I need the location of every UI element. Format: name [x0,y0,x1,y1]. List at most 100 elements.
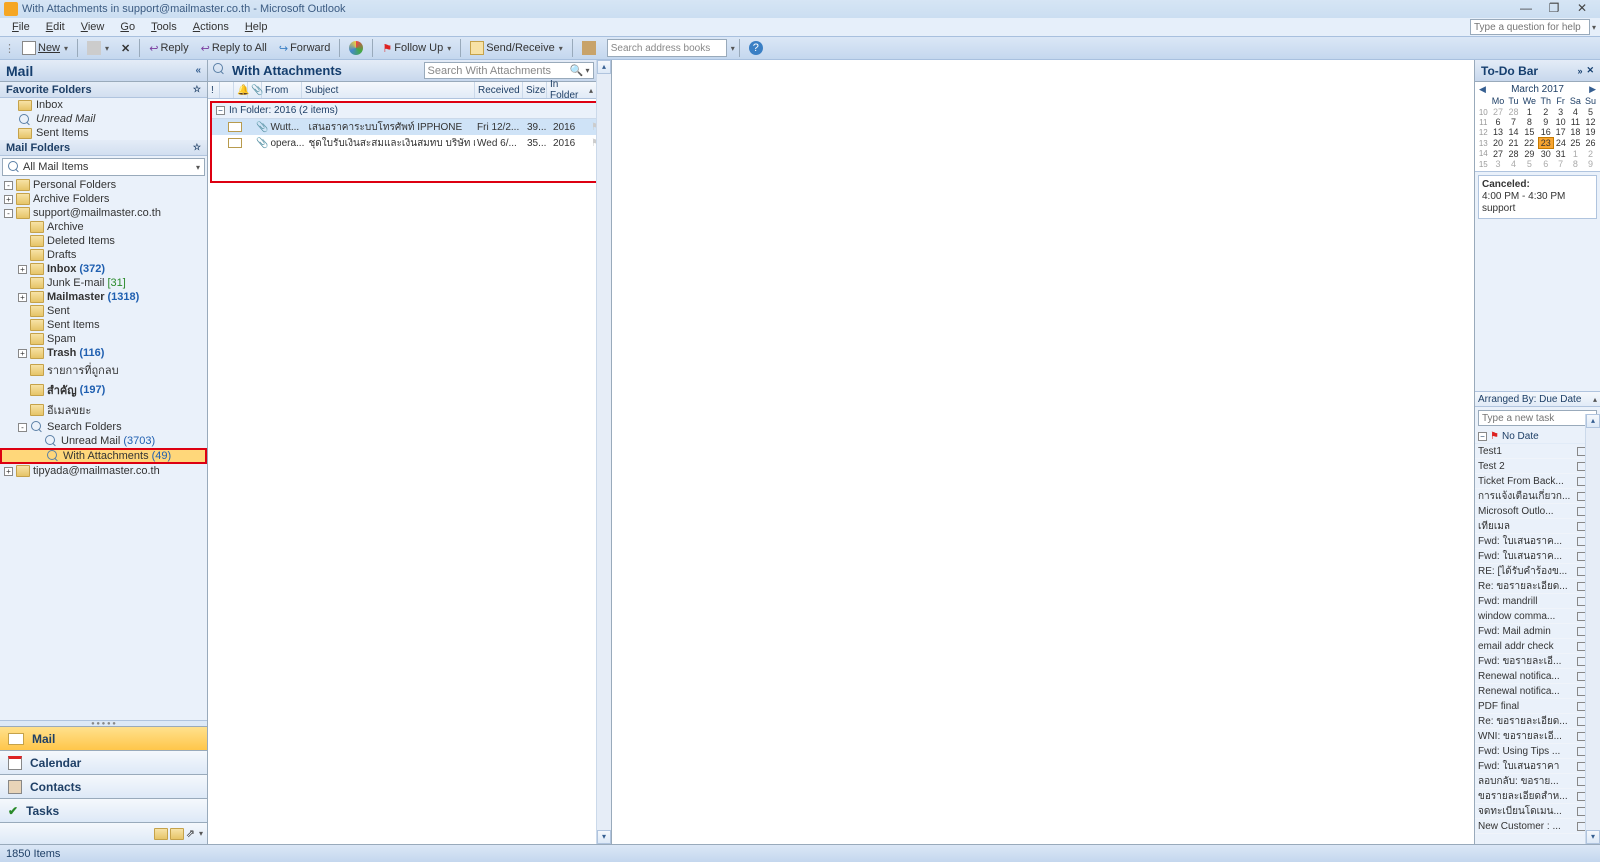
folder-mailmaster[interactable]: +Mailmaster (1318) [0,290,207,304]
task-row[interactable]: Re: ขอรายละเอียด...⚑ [1475,714,1600,729]
task-row[interactable]: email addr check⚑ [1475,639,1600,654]
task-row[interactable]: Fwd: ขอรายละเอี...⚑ [1475,654,1600,669]
nav-mail-button[interactable]: Mail [0,726,207,750]
col-icon[interactable] [220,82,234,98]
mail-folders-header[interactable]: Mail Folders☆ [0,140,207,156]
task-row[interactable]: Fwd: ใบเสนอราค...⚑ [1475,534,1600,549]
task-row[interactable]: RE: [ได้รับคำร้องข...⚑ [1475,564,1600,579]
folder-tipyada-mailmaster-co-th[interactable]: +tipyada@mailmaster.co.th [0,464,207,478]
nav-calendar-button[interactable]: Calendar [0,750,207,774]
task-row[interactable]: เทียเมล⚑ [1475,519,1600,534]
folder-list-icon[interactable] [170,828,184,840]
todo-close-icon[interactable]: ✕ [1586,65,1594,76]
folder-sent[interactable]: Sent [0,304,207,318]
send-receive-button[interactable]: Send/Receive▾ [465,38,568,58]
address-search[interactable]: Search address books [607,39,727,57]
folder--[interactable]: รายการที่ถูกลบ [0,360,207,380]
task-row[interactable]: ขอรายละเอียดสำห...⚑ [1475,789,1600,804]
menu-go[interactable]: Go [112,21,143,33]
next-appointment[interactable]: Canceled: 4:00 PM - 4:30 PM support [1478,175,1597,219]
task-row[interactable]: Test1⚑ [1475,444,1600,459]
col-from[interactable]: From [262,82,302,98]
col-received[interactable]: Received [475,82,523,98]
find-contact-button[interactable] [577,38,601,58]
folder-trash[interactable]: +Trash (116) [0,346,207,360]
folder--[interactable]: สำคัญ (197) [0,380,207,400]
folder-personal-folders[interactable]: -Personal Folders [0,178,207,192]
notes-icon[interactable] [154,828,168,840]
calendar-grid[interactable]: MoTuWeThFrSaSu10272812345116789101112121… [1477,95,1598,169]
forward-button[interactable]: ↪Forward [274,38,336,58]
delete-button[interactable]: ✕ [116,38,135,58]
folder-drafts[interactable]: Drafts [0,248,207,262]
folder-junk-e-mail[interactable]: Junk E-mail [31] [0,276,207,290]
folder-archive-folders[interactable]: +Archive Folders [0,192,207,206]
menu-help[interactable]: Help [237,21,276,33]
col-attachment[interactable]: 📎 [248,82,262,98]
folder-deleted-items[interactable]: Deleted Items [0,234,207,248]
task-arrange-bar[interactable]: Arranged By: Due Date▴ [1475,391,1600,407]
todo-expand-icon[interactable]: » [1577,66,1582,76]
help-search-input[interactable] [1470,19,1590,35]
menu-file[interactable]: File [4,21,38,33]
col-infolder[interactable]: In Folder▴ [547,82,597,98]
prev-month-icon[interactable]: ◀ [1479,84,1486,95]
task-row[interactable]: จดทะเบียนโดเมน...⚑ [1475,804,1600,819]
fav-sent[interactable]: Sent Items [0,126,207,140]
folder-unread-mail[interactable]: Unread Mail (3703) [0,434,207,448]
col-subject[interactable]: Subject [302,82,475,98]
task-row[interactable]: WNI: ขอรายละเอี...⚑ [1475,729,1600,744]
next-month-icon[interactable]: ▶ [1589,84,1596,95]
folder-archive[interactable]: Archive [0,220,207,234]
reply-all-button[interactable]: ↩Reply to All [196,38,272,58]
task-row[interactable]: การแจ้งเตือนเกี่ยวก...⚑ [1475,489,1600,504]
task-row[interactable]: Fwd: ใบเสนอราคา⚑ [1475,759,1600,774]
close-button[interactable]: ✕ [1568,1,1596,17]
task-row[interactable]: Fwd: ใบเสนอราค...⚑ [1475,549,1600,564]
configure-buttons-icon[interactable]: ▾ [199,829,203,838]
follow-up-button[interactable]: ⚑Follow Up▾ [377,38,456,58]
task-row[interactable]: window comma...⚑ [1475,609,1600,624]
task-row[interactable]: Fwd: Mail admin⚑ [1475,624,1600,639]
help-button[interactable]: ? [744,38,768,58]
task-row[interactable]: Microsoft Outlo...⚑ [1475,504,1600,519]
folder-support-mailmaster-co-th[interactable]: -support@mailmaster.co.th [0,206,207,220]
reply-button[interactable]: ↩Reply [144,38,193,58]
fav-unread[interactable]: Unread Mail [0,112,207,126]
task-row[interactable]: Test 2⚑ [1475,459,1600,474]
menu-tools[interactable]: Tools [143,21,185,33]
print-button[interactable]: ▾ [82,38,114,58]
menu-edit[interactable]: Edit [38,21,73,33]
menu-view[interactable]: View [73,21,113,33]
message-row[interactable]: 📎opera...ชุดใบรับเงินสะสมและเงินสมทบ บริ… [212,135,607,151]
categorize-button[interactable] [344,38,368,58]
folder-inbox[interactable]: +Inbox (372) [0,262,207,276]
new-task-input[interactable] [1478,410,1597,426]
help-search-dropdown-icon[interactable]: ▾ [1592,23,1596,32]
col-importance[interactable]: ! [208,82,220,98]
list-search-box[interactable]: Search With Attachments 🔍▾ [424,62,594,79]
fav-inbox[interactable]: Inbox [0,98,207,112]
nav-contacts-button[interactable]: Contacts [0,774,207,798]
minimize-button[interactable]: — [1512,1,1540,17]
task-row[interactable]: Fwd: Using Tips ...⚑ [1475,744,1600,759]
task-row[interactable]: Fwd: mandrill⚑ [1475,594,1600,609]
new-button[interactable]: New▾ [17,38,73,58]
task-row[interactable]: ลอบกลับ: ขอราย...⚑ [1475,774,1600,789]
list-scrollbar[interactable]: ▴ ▾ [596,60,611,844]
task-row[interactable]: Renewal notifica...⚑ [1475,669,1600,684]
group-header[interactable]: − In Folder: 2016 (2 items) [212,103,607,119]
favorite-folders-header[interactable]: Favorite Folders☆ [0,82,207,98]
col-size[interactable]: Size [523,82,547,98]
menu-actions[interactable]: Actions [185,21,237,33]
folder-sent-items[interactable]: Sent Items [0,318,207,332]
folder-spam[interactable]: Spam [0,332,207,346]
collapse-nav-icon[interactable]: « [195,65,201,76]
message-row[interactable]: 📎Wutt...เสนอราคาระบบโทรศัพท์ IPPHONEFri … [212,119,607,135]
task-row[interactable]: New Customer : ...⚑ [1475,819,1600,834]
task-group-header[interactable]: − ⚑ No Date [1475,429,1600,444]
task-row[interactable]: Re: ขอรายละเอียด...⚑ [1475,579,1600,594]
shortcuts-icon[interactable]: ⇗ [186,827,195,840]
task-row[interactable]: Renewal notifica...⚑ [1475,684,1600,699]
task-row[interactable]: Ticket From Back...⚑ [1475,474,1600,489]
